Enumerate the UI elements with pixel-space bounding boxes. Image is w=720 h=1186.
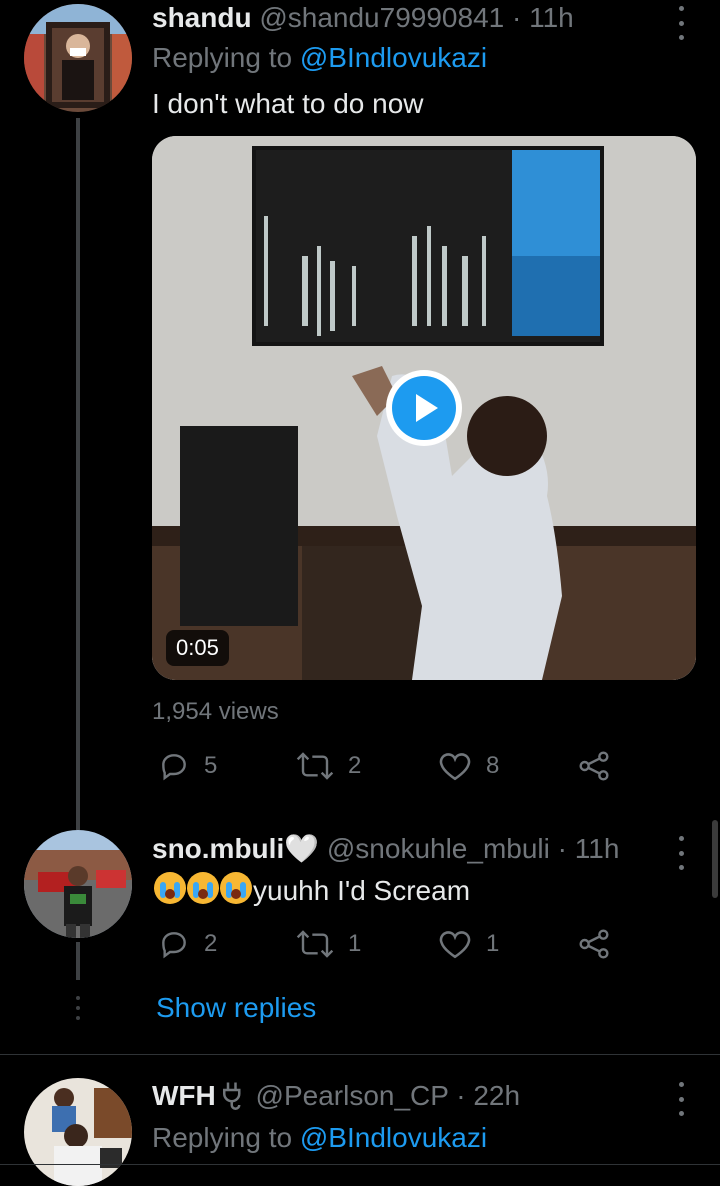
thread-dot	[76, 996, 80, 1000]
share-icon	[579, 751, 609, 781]
like-count: 1	[486, 930, 500, 957]
plug-icon	[222, 1082, 241, 1110]
divider	[0, 1054, 720, 1055]
share-icon	[579, 929, 609, 959]
thread-line	[76, 942, 80, 980]
reply-count: 2	[204, 930, 218, 957]
tweet-header: sno.mbuli🤍 @snokuhle_mbuli · 11h	[152, 832, 619, 865]
user-handle[interactable]: @Pearlson_CP	[256, 1080, 449, 1111]
display-name[interactable]: WFH	[152, 1080, 216, 1111]
tweet-header: WFH @Pearlson_CP · 22h	[152, 1080, 520, 1112]
display-name[interactable]: shandu	[152, 2, 252, 33]
play-icon[interactable]	[386, 370, 462, 446]
timestamp[interactable]: 11h	[529, 2, 574, 33]
like-button[interactable]: 1	[438, 928, 499, 960]
video-duration: 0:05	[166, 630, 229, 666]
thread-dot	[76, 1006, 80, 1010]
separator: ·	[557, 833, 567, 864]
mention-link[interactable]: @BIndlovukazi	[300, 1122, 487, 1153]
more-icon[interactable]	[676, 836, 686, 870]
retweet-icon	[296, 930, 334, 958]
retweet-icon	[296, 752, 334, 780]
replying-to-label: Replying to	[152, 42, 293, 73]
separator: ·	[456, 1080, 466, 1111]
mention-link[interactable]: @BIndlovukazi	[300, 42, 487, 73]
divider	[0, 1164, 720, 1165]
avatar-shandu[interactable]	[24, 4, 132, 112]
user-handle[interactable]: @shandu79990841	[259, 2, 504, 33]
like-button[interactable]: 8	[438, 750, 499, 782]
heart-icon	[439, 931, 471, 959]
view-count: 1,954 views	[152, 698, 279, 725]
thread-line	[76, 118, 80, 830]
like-count: 8	[486, 752, 500, 779]
show-replies-link[interactable]: Show replies	[156, 992, 316, 1024]
reply-button[interactable]: 5	[158, 750, 217, 782]
timestamp[interactable]: 11h	[575, 833, 620, 864]
timestamp[interactable]: 22h	[473, 1080, 520, 1111]
heart-icon	[439, 753, 471, 781]
thread-dot	[76, 1016, 80, 1020]
tweet-header: shandu @shandu79990841 · 11h	[152, 2, 574, 34]
reply-icon	[162, 932, 186, 959]
tweet-text: yuuhh I'd Scream	[154, 872, 470, 907]
reply-button[interactable]: 2	[158, 928, 217, 960]
replying-to: Replying to @BIndlovukazi	[152, 42, 487, 74]
crying-face-emoji	[220, 872, 252, 904]
reply-count: 5	[204, 752, 218, 779]
scrollbar[interactable]	[712, 820, 718, 898]
retweet-button[interactable]: 1	[296, 928, 361, 960]
user-handle[interactable]: @snokuhle_mbuli	[327, 833, 550, 864]
retweet-button[interactable]: 2	[296, 750, 361, 782]
tweet-body: yuuhh I'd Scream	[253, 875, 471, 906]
crying-face-emoji	[154, 872, 186, 904]
share-button[interactable]	[578, 928, 610, 960]
reply-icon	[162, 754, 186, 781]
replying-to-label: Replying to	[152, 1122, 293, 1153]
retweet-count: 2	[348, 752, 362, 779]
more-icon[interactable]	[676, 6, 686, 40]
replying-to: Replying to @BIndlovukazi	[152, 1122, 487, 1154]
more-icon[interactable]	[676, 1082, 686, 1116]
avatar-sno-mbuli[interactable]	[24, 830, 132, 938]
crying-face-emoji	[187, 872, 219, 904]
avatar-wfh[interactable]	[24, 1078, 132, 1186]
display-name[interactable]: sno.mbuli🤍	[152, 833, 319, 864]
retweet-count: 1	[348, 930, 362, 957]
separator: ·	[512, 2, 522, 33]
share-button[interactable]	[578, 750, 610, 782]
tweet-text: I don't what to do now	[152, 88, 424, 119]
